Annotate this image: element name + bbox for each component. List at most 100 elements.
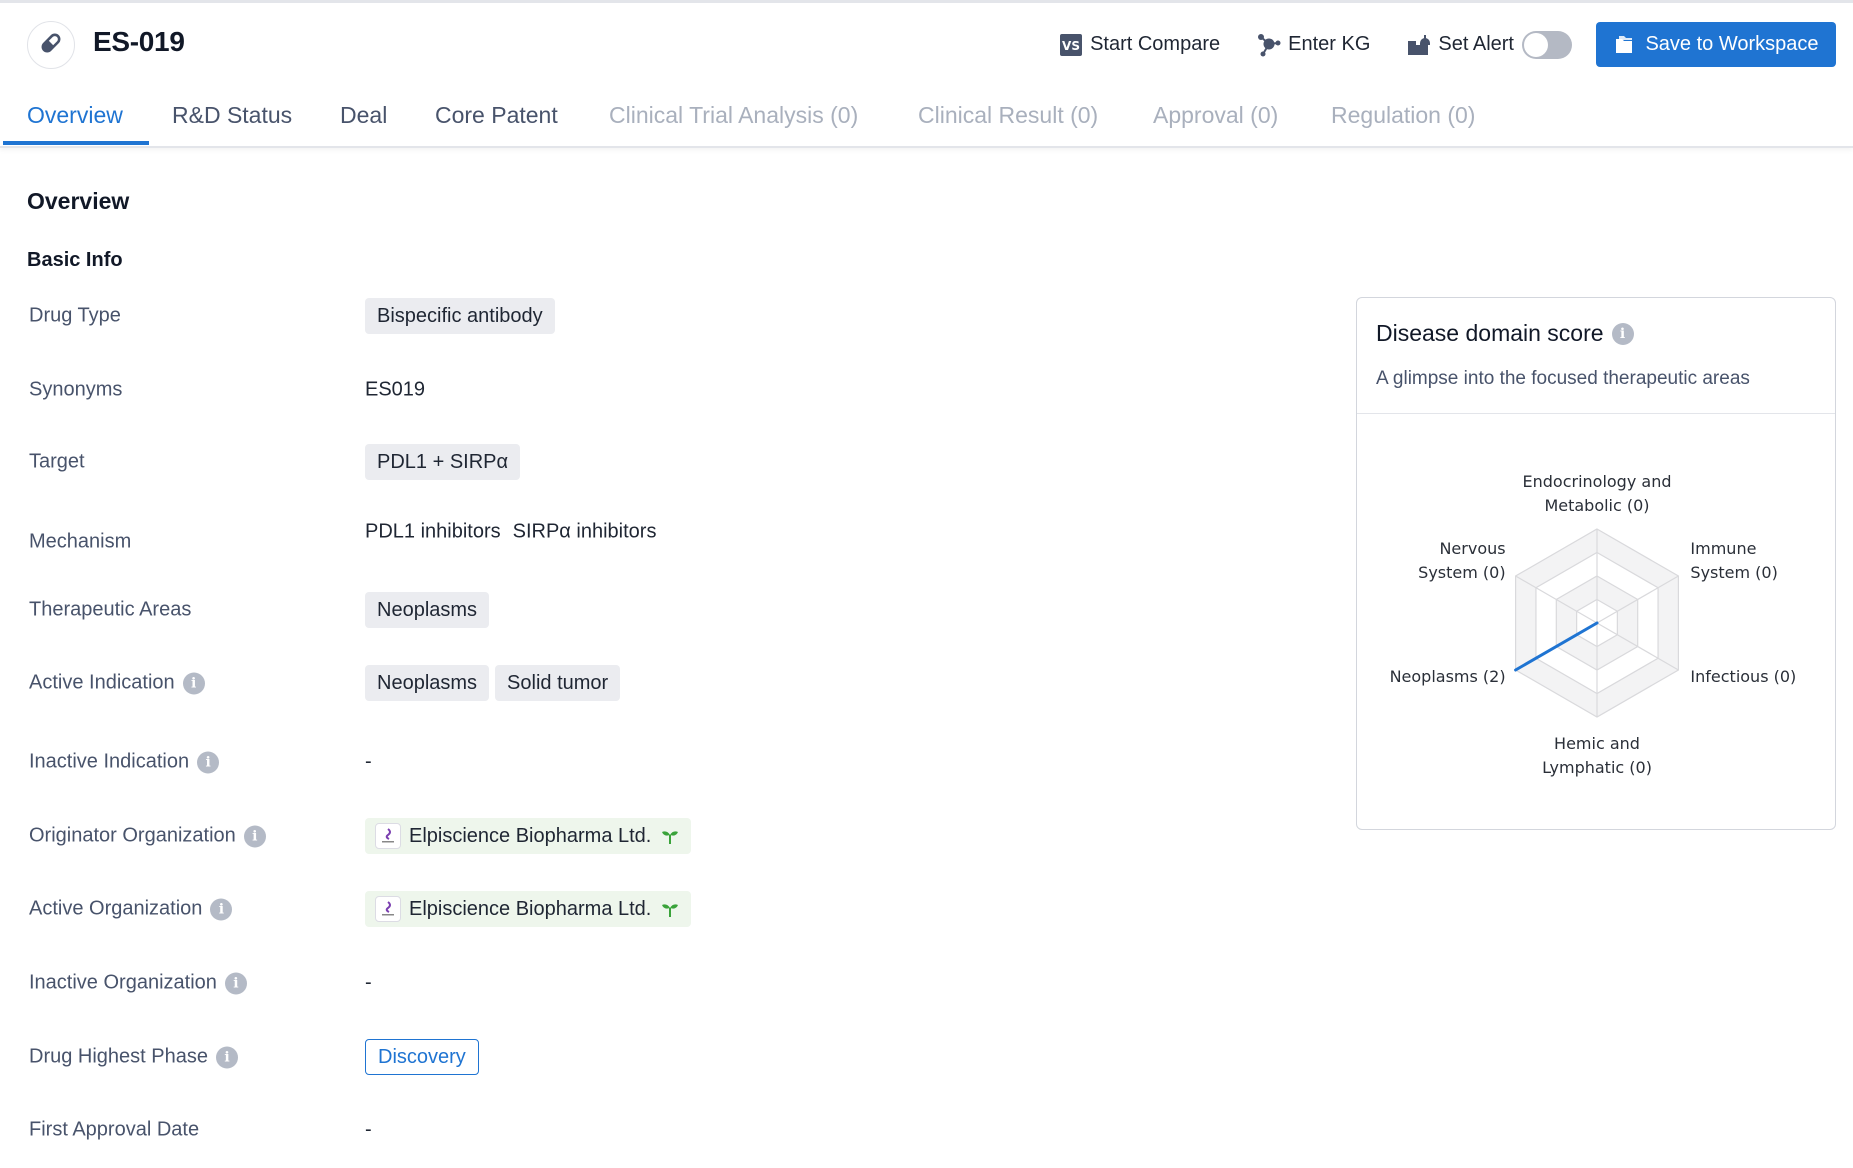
row-therapeutic-areas: Therapeutic Areas Neoplasms (0, 590, 1300, 630)
organization-name: Elpiscience Biopharma Ltd. (409, 824, 652, 847)
row-inactive-organization: Inactive Organization i - (0, 963, 1300, 1003)
therapeutic-areas-label: Therapeutic Areas (29, 598, 192, 621)
tab-bar: Overview R&D Status Deal Core Patent Cli… (0, 96, 1853, 148)
synonyms-label: Synonyms (29, 378, 123, 401)
start-compare-label: Start Compare (1090, 33, 1221, 55)
knowledge-graph-icon (1256, 32, 1282, 58)
enter-kg-button[interactable]: Enter KG (1256, 32, 1370, 58)
tab-core-patent[interactable]: Core Patent (435, 102, 558, 129)
mechanism-value: PDL1 inhibitors SIRPα inhibitors (365, 521, 656, 544)
tab-clinical-trial-analysis[interactable]: Clinical Trial Analysis (0) (609, 102, 858, 129)
info-icon[interactable]: i (243, 825, 266, 847)
tab-approval[interactable]: Approval (0) (1153, 102, 1278, 129)
radar-axis-label: Nervous System (0) (1418, 539, 1505, 582)
mechanism-item[interactable]: SIRPα inhibitors (513, 521, 657, 544)
active-indication-label: Active Indication i (29, 672, 205, 695)
active-org-value: Elpiscience Biopharma Ltd. (365, 891, 692, 927)
save-to-workspace-button[interactable]: Save to Workspace (1596, 22, 1836, 67)
radar-axis-label-line: Metabolic (0) (1544, 496, 1649, 515)
set-alert-toggle[interactable] (1522, 30, 1572, 59)
radar-axis-label-line: System (0) (1690, 563, 1777, 582)
tab-rd-status[interactable]: R&D Status (172, 102, 292, 129)
radar-axis-label: Immune System (0) (1690, 539, 1777, 582)
radar-axis-label-line: System (0) (1418, 563, 1505, 582)
originator-org-label: Originator Organization i (29, 825, 266, 848)
tab-regulation[interactable]: Regulation (0) (1331, 102, 1475, 129)
toggle-knob (1524, 32, 1548, 57)
drug-type-value: Bispecific antibody (365, 298, 555, 334)
drug-title: ES-019 (93, 26, 185, 57)
row-drug-highest-phase: Drug Highest Phase i Discovery (0, 1037, 1300, 1077)
organization-tag[interactable]: Elpiscience Biopharma Ltd. (365, 891, 692, 927)
organization-name: Elpiscience Biopharma Ltd. (409, 897, 652, 920)
info-icon[interactable]: i (197, 751, 220, 773)
originator-org-text: Originator Organization (29, 824, 236, 847)
row-synonyms: Synonyms ES019 (0, 370, 1300, 410)
row-active-organization: Active Organization i Elpiscience Biopha… (0, 889, 1300, 929)
tab-clinical-result[interactable]: Clinical Result (0) (918, 102, 1098, 129)
alert-bell-icon (1406, 32, 1432, 58)
radar-axis-label: Neoplasms (2) (1390, 667, 1506, 686)
radar-axis-label-line: Endocrinology and (1523, 472, 1672, 491)
row-first-approval-date: First Approval Date - (0, 1110, 1300, 1150)
drug-avatar (27, 21, 75, 69)
radar-axis-label: Infectious (0) (1690, 667, 1796, 686)
card-subtitle: A glimpse into the focused therapeutic a… (1376, 368, 1750, 389)
basic-info-heading: Basic Info (27, 249, 123, 271)
synonyms-value: ES019 (365, 378, 426, 401)
target-value: PDL1 + SIRPα (365, 444, 521, 480)
indication-tag[interactable]: Neoplasms (365, 665, 490, 701)
phase-badge: Discovery (365, 1039, 479, 1075)
drug-type-tag[interactable]: Bispecific antibody (365, 298, 555, 334)
row-originator-organization: Originator Organization i Elpiscience Bi… (0, 816, 1300, 856)
first-approval-value: - (365, 1118, 372, 1141)
info-icon[interactable]: i (210, 898, 233, 920)
info-icon[interactable]: i (1611, 322, 1634, 345)
radar-axis-label-line: Lymphatic (0) (1542, 758, 1652, 777)
save-to-workspace-label: Save to Workspace (1645, 33, 1819, 55)
row-drug-type: Drug Type Bispecific antibody (0, 296, 1300, 336)
highest-phase-text: Drug Highest Phase (29, 1045, 208, 1068)
organization-tag[interactable]: Elpiscience Biopharma Ltd. (365, 818, 692, 854)
set-alert-control: Set Alert (1406, 30, 1572, 59)
card-title: Disease domain score i (1376, 320, 1634, 347)
tab-overview[interactable]: Overview (27, 102, 123, 129)
therapeutic-areas-value: Neoplasms (365, 592, 490, 628)
therapeutic-area-tag[interactable]: Neoplasms (365, 592, 490, 628)
radar-axis-label-line: Immune (1690, 539, 1756, 558)
radar-axis-label-line: Hemic and (1554, 734, 1640, 753)
info-icon[interactable]: i (224, 972, 247, 994)
company-logo-icon (375, 896, 401, 922)
row-active-indication: Active Indication i Neoplasms Solid tumo… (0, 663, 1300, 703)
enter-kg-label: Enter KG (1288, 33, 1371, 55)
info-icon[interactable]: i (215, 1046, 238, 1068)
highest-phase-label: Drug Highest Phase i (29, 1046, 238, 1069)
target-tag[interactable]: PDL1 + SIRPα (365, 444, 521, 480)
radar-axis-label-line: Nervous (1439, 539, 1505, 558)
company-logo-icon (375, 823, 401, 849)
originator-org-value: Elpiscience Biopharma Ltd. (365, 818, 692, 854)
mechanism-label: Mechanism (29, 530, 132, 553)
start-compare-button[interactable]: VS Start Compare (1058, 32, 1220, 58)
active-indication-text: Active Indication (29, 671, 175, 694)
sprout-icon (661, 900, 679, 918)
radar-axis-label-line: Neoplasms (2) (1390, 667, 1506, 686)
sprout-icon (661, 827, 679, 845)
overview-heading: Overview (27, 188, 130, 214)
svg-text:VS: VS (1062, 39, 1080, 53)
first-approval-label: First Approval Date (29, 1118, 200, 1141)
radar-axis-label: Hemic and Lymphatic (0) (1542, 734, 1652, 777)
inactive-indication-text: Inactive Indication (29, 750, 190, 773)
active-org-text: Active Organization (29, 897, 203, 920)
pill-icon (38, 30, 64, 61)
folder-icon (1613, 35, 1635, 55)
set-alert-label: Set Alert (1438, 33, 1514, 55)
indication-tag[interactable]: Solid tumor (495, 665, 621, 701)
row-inactive-indication: Inactive Indication i - (0, 742, 1300, 782)
card-title-text: Disease domain score (1376, 320, 1604, 346)
tab-deal[interactable]: Deal (340, 102, 387, 129)
info-icon[interactable]: i (182, 672, 205, 694)
row-mechanism: Mechanism PDL1 inhibitors SIRPα inhibito… (0, 512, 1300, 553)
inactive-indication-label: Inactive Indication i (29, 750, 220, 774)
mechanism-item[interactable]: PDL1 inhibitors (365, 521, 501, 544)
